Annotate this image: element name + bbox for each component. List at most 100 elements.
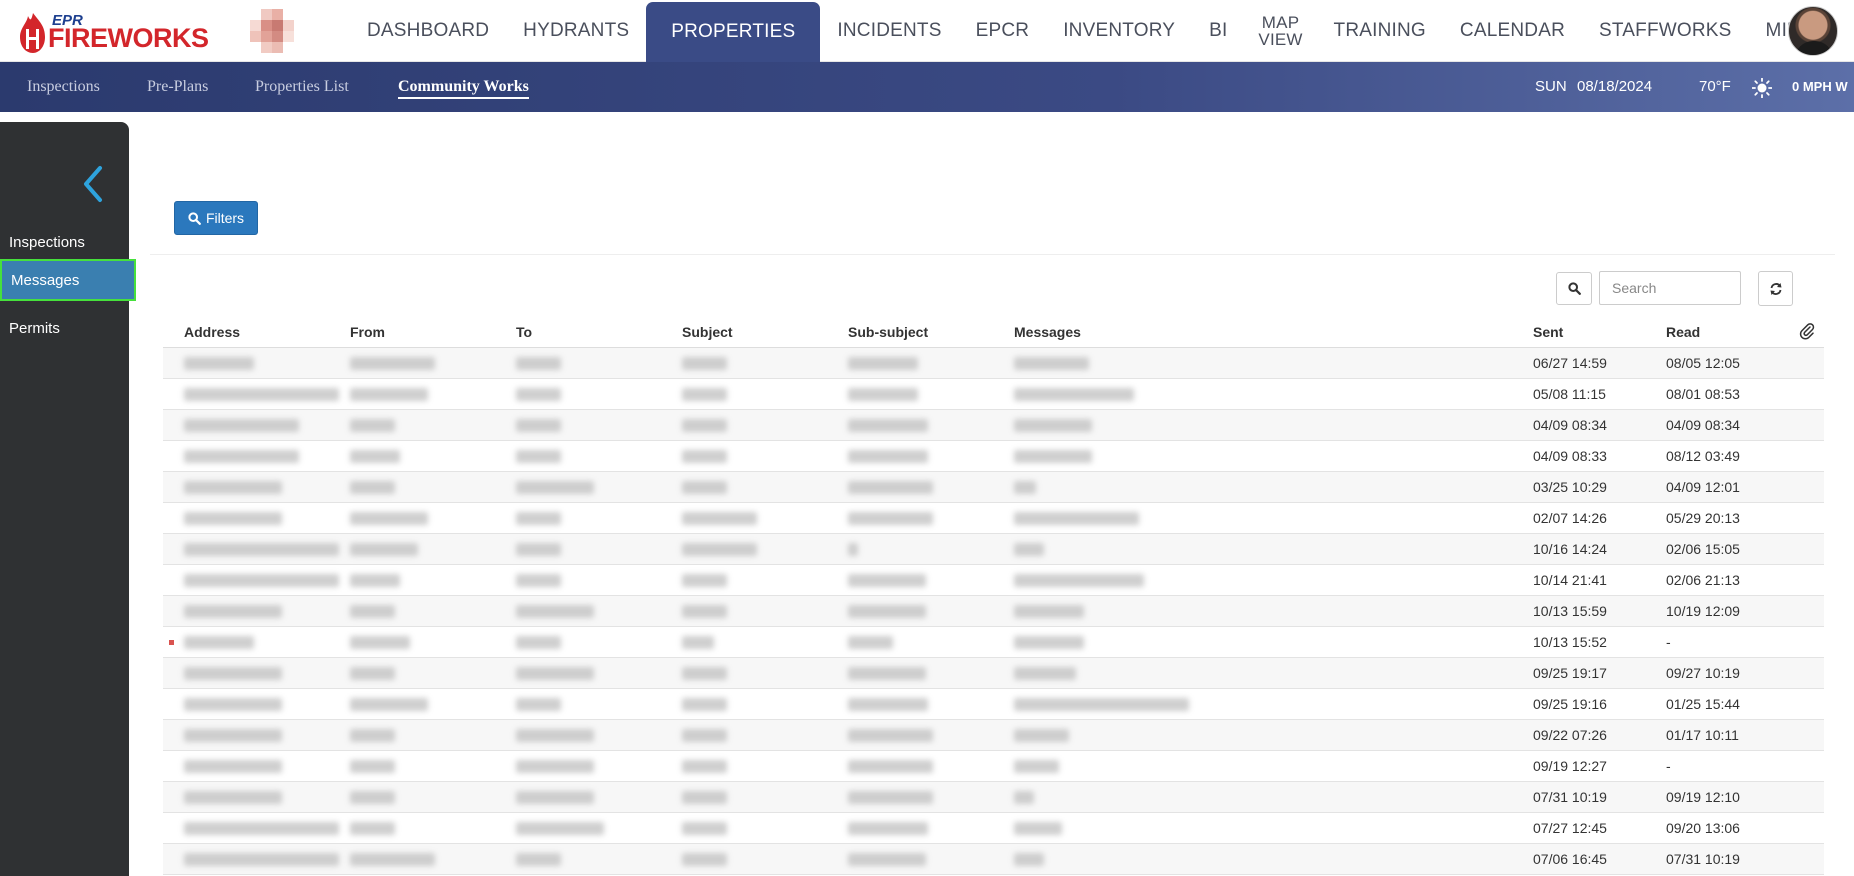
table-row[interactable]: 07/27 12:45 09/20 13:06	[163, 813, 1824, 844]
column-address[interactable]: Address	[184, 324, 240, 340]
refresh-button[interactable]	[1758, 271, 1793, 306]
redacted-cell	[184, 605, 282, 618]
nav-incidents[interactable]: INCIDENTS	[820, 0, 958, 62]
table-row[interactable]: 04/09 08:34 04/09 08:34	[163, 410, 1824, 441]
redacted-cell	[184, 419, 299, 432]
table-row[interactable]: 10/13 15:52 -	[163, 627, 1824, 658]
redacted-cell	[350, 481, 395, 494]
table-row[interactable]: 09/25 19:16 01/25 15:44	[163, 689, 1824, 720]
main-nav: DASHBOARD HYDRANTS PROPERTIES INCIDENTS …	[350, 0, 1818, 62]
column-messages[interactable]: Messages	[1014, 324, 1081, 340]
column-from[interactable]: From	[350, 324, 385, 340]
redacted-cell	[516, 481, 594, 494]
table-row[interactable]: 02/07 14:26 05/29 20:13	[163, 503, 1824, 534]
redacted-cell	[682, 512, 757, 525]
redacted-cell	[184, 822, 339, 835]
sidebar-item-messages[interactable]: Messages	[0, 259, 136, 301]
sent-cell: 07/31 10:19	[1533, 789, 1607, 805]
redacted-cell	[1014, 419, 1092, 432]
redacted-cell	[516, 791, 594, 804]
refresh-icon	[1770, 282, 1781, 295]
table-row[interactable]: 09/25 19:17 09/27 10:19	[163, 658, 1824, 689]
search-input[interactable]	[1599, 271, 1741, 305]
table-row[interactable]: 10/16 14:24 02/06 15:05	[163, 534, 1824, 565]
redacted-cell	[350, 543, 418, 556]
sent-cell: 09/25 19:17	[1533, 665, 1607, 681]
table-row[interactable]: 07/06 16:45 07/31 10:19	[163, 844, 1824, 875]
nav-epcr[interactable]: EPCR	[959, 0, 1047, 62]
redacted-cell	[1014, 450, 1092, 463]
redacted-cell	[848, 822, 928, 835]
redacted-cell	[1014, 760, 1059, 773]
column-sent[interactable]: Sent	[1533, 324, 1563, 340]
nav-map-view[interactable]: MAP VIEW	[1245, 0, 1317, 62]
table-header: Address From To Subject Sub-subject Mess…	[163, 322, 1824, 348]
column-subsubject[interactable]: Sub-subject	[848, 324, 928, 340]
redacted-cell	[350, 357, 435, 370]
user-avatar[interactable]	[1788, 6, 1838, 56]
table-row[interactable]: 09/19 12:27 -	[163, 751, 1824, 782]
redacted-cell	[350, 791, 395, 804]
nav-dashboard[interactable]: DASHBOARD	[350, 0, 506, 62]
redacted-cell	[184, 574, 339, 587]
redacted-cell	[1014, 605, 1084, 618]
redacted-cell	[184, 543, 339, 556]
flame-logo-icon	[20, 13, 45, 53]
redacted-cell	[1014, 636, 1084, 649]
read-cell: 09/20 13:06	[1666, 820, 1740, 836]
redacted-cell	[682, 481, 727, 494]
column-read[interactable]: Read	[1666, 324, 1700, 340]
subnav-inspections[interactable]: Inspections	[27, 78, 100, 96]
read-cell: -	[1666, 634, 1671, 650]
nav-calendar[interactable]: CALENDAR	[1443, 0, 1582, 62]
sent-cell: 06/27 14:59	[1533, 355, 1607, 371]
sidebar-item-permits[interactable]: Permits	[0, 308, 134, 348]
nav-training[interactable]: TRAINING	[1317, 0, 1443, 62]
table-row[interactable]: 09/22 07:26 01/17 10:11	[163, 720, 1824, 751]
redacted-cell	[1014, 543, 1044, 556]
nav-hydrants[interactable]: HYDRANTS	[506, 0, 646, 62]
fireworks-logo[interactable]: EPR FIREWORKS	[18, 8, 209, 56]
redacted-cell	[848, 543, 858, 556]
collapse-chevron-icon[interactable]	[78, 162, 108, 206]
column-subject[interactable]: Subject	[682, 324, 733, 340]
redacted-cell	[682, 419, 727, 432]
table-row[interactable]: 07/31 10:19 09/19 12:10	[163, 782, 1824, 813]
subnav-community-works[interactable]: Community Works	[398, 78, 529, 99]
filters-button[interactable]: Filters	[174, 201, 258, 235]
sidebar-item-inspections[interactable]: Inspections	[0, 222, 134, 262]
messages-table: 06/27 14:59 08/05 12:05 05/08 11:15 08/01 0…	[163, 348, 1824, 875]
redacted-cell	[1014, 729, 1069, 742]
table-row[interactable]: 05/08 11:15 08/01 08:53	[163, 379, 1824, 410]
unread-indicator	[169, 640, 174, 645]
redacted-cell	[184, 729, 282, 742]
redacted-cell	[350, 853, 435, 866]
redacted-cell	[682, 791, 727, 804]
nav-properties[interactable]: PROPERTIES	[646, 2, 821, 62]
table-row[interactable]: 10/14 21:41 02/06 21:13	[163, 565, 1824, 596]
table-row[interactable]: 10/13 15:59 10/19 12:09	[163, 596, 1824, 627]
day-label: SUN	[1535, 78, 1567, 95]
redacted-cell	[184, 388, 339, 401]
read-cell: 02/06 21:13	[1666, 572, 1740, 588]
search-button[interactable]	[1556, 272, 1592, 305]
subnav-properties-list[interactable]: Properties List	[255, 78, 349, 96]
redacted-cell	[682, 729, 727, 742]
subnav-pre-plans[interactable]: Pre-Plans	[147, 78, 208, 96]
column-to[interactable]: To	[516, 324, 532, 340]
table-row[interactable]: 03/25 10:29 04/09 12:01	[163, 472, 1824, 503]
sub-navbar: Inspections Pre-Plans Properties List Co…	[0, 62, 1854, 112]
table-row[interactable]: 04/09 08:33 08/12 03:49	[163, 441, 1824, 472]
redacted-cell	[1014, 853, 1044, 866]
top-navbar: EPR FIREWORKS DASHBOARD HYDRANTS PROPERT…	[0, 0, 1854, 62]
nav-bi[interactable]: BI	[1192, 0, 1244, 62]
redacted-cell	[848, 667, 926, 680]
date-label: 08/18/2024	[1577, 78, 1653, 95]
redacted-cell	[682, 822, 727, 835]
table-row[interactable]: 06/27 14:59 08/05 12:05	[163, 348, 1824, 379]
redacted-cell	[848, 791, 933, 804]
nav-staffworks[interactable]: STAFFWORKS	[1582, 0, 1749, 62]
redacted-cell	[1014, 822, 1062, 835]
nav-inventory[interactable]: INVENTORY	[1046, 0, 1192, 62]
read-cell: 08/12 03:49	[1666, 448, 1740, 464]
